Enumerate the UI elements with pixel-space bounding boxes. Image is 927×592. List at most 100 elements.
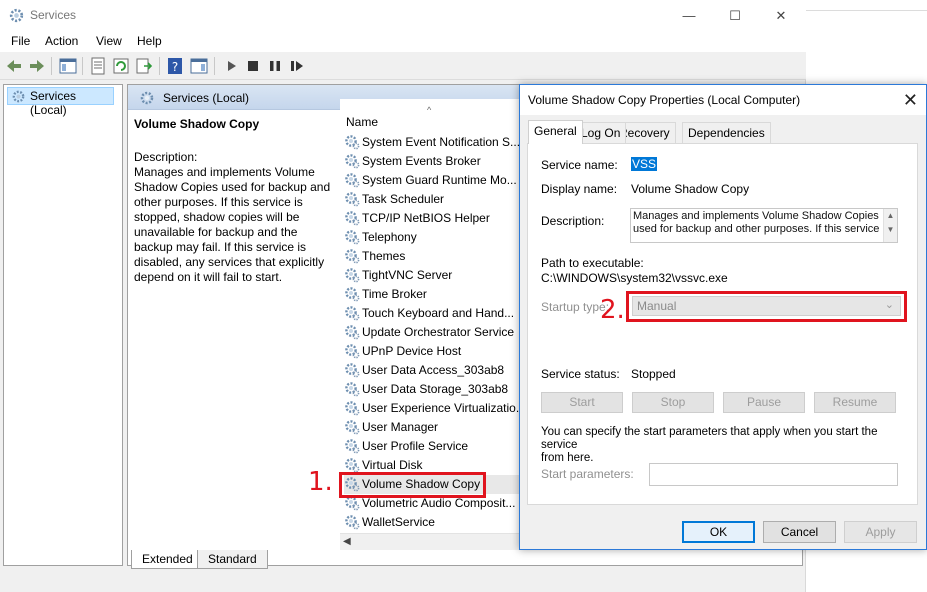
column-header-name[interactable]: Name	[346, 115, 378, 129]
service-gear-icon	[345, 515, 360, 530]
description-label: Description:	[541, 214, 605, 228]
close-button[interactable]: ✕	[758, 0, 804, 31]
scroll-left-icon[interactable]: ◀	[343, 536, 351, 547]
service-row[interactable]: Update Orchestrator Service	[344, 323, 530, 342]
stop-button[interactable]: Stop	[632, 392, 714, 413]
selected-service-title: Volume Shadow Copy	[134, 117, 260, 131]
service-row[interactable]: UPnP Device Host	[344, 342, 530, 361]
refresh-icon[interactable]	[111, 56, 131, 76]
horizontal-scrollbar[interactable]: ◀	[340, 533, 530, 550]
service-row[interactable]: System Events Broker	[344, 152, 530, 171]
service-name: Telephony	[362, 230, 417, 244]
menu-bar: File Action View Help	[0, 31, 806, 52]
start-parameters-input[interactable]	[649, 463, 898, 486]
path-value[interactable]: C:\WINDOWS\system32\vssvc.exe	[541, 271, 728, 285]
menu-help[interactable]: Help	[137, 34, 162, 48]
service-row[interactable]: WalletService	[344, 513, 530, 532]
pause-button[interactable]: Pause	[723, 392, 805, 413]
service-row[interactable]: User Experience Virtualizatio...	[344, 399, 530, 418]
description-line: Manages and implements Volume	[134, 165, 315, 179]
service-row[interactable]: Touch Keyboard and Hand...	[344, 304, 530, 323]
restart-service-icon[interactable]	[287, 56, 307, 76]
service-gear-icon	[345, 268, 360, 283]
start-parameters-hint: You can specify the start parameters tha…	[541, 426, 911, 465]
service-name-value[interactable]: VSS	[631, 157, 658, 171]
toolbar-separator	[159, 57, 160, 75]
tree-node-services-local[interactable]: Services (Local)	[7, 87, 114, 117]
service-name: User Manager	[362, 420, 439, 434]
menu-view[interactable]: View	[96, 34, 122, 48]
services-gear-icon	[12, 90, 25, 103]
display-name-value[interactable]: Volume Shadow Copy	[631, 182, 749, 196]
service-row[interactable]: Task Scheduler	[344, 190, 530, 209]
help-icon[interactable]: ?	[165, 56, 185, 76]
service-name: Time Broker	[362, 287, 427, 301]
service-name: User Data Storage_303ab8	[362, 382, 509, 396]
description-textbox[interactable]: Manages and implements Volume Shadow Cop…	[630, 208, 898, 243]
service-gear-icon	[345, 439, 360, 454]
service-row[interactable]: User Manager	[344, 418, 530, 437]
window-title: Services	[30, 8, 77, 22]
hint-line: You can specify the start parameters tha…	[541, 426, 878, 451]
description-line: disabled, any services that explicitly	[134, 255, 325, 269]
ok-button[interactable]: OK	[682, 521, 755, 543]
service-row[interactable]: User Profile Service	[344, 437, 530, 456]
service-row[interactable]: System Guard Runtime Mo...	[344, 171, 530, 190]
dialog-close-icon[interactable]: ✕	[903, 90, 918, 111]
menu-file[interactable]: File	[11, 34, 30, 48]
show-console-tree-icon[interactable]	[58, 56, 78, 76]
service-gear-icon	[345, 230, 360, 245]
stop-service-icon[interactable]	[243, 56, 263, 76]
service-name: System Guard Runtime Mo...	[362, 173, 517, 187]
menu-action[interactable]: Action	[45, 34, 78, 48]
tab-log-on[interactable]: Log On	[575, 122, 627, 143]
service-row[interactable]: User Data Storage_303ab8	[344, 380, 530, 399]
service-row[interactable]: TightVNC Server	[344, 266, 530, 285]
show-hide-action-pane-icon[interactable]	[189, 56, 209, 76]
apply-button[interactable]: Apply	[844, 521, 917, 543]
description-line: depend on it will fail to start.	[134, 270, 283, 284]
service-name: Themes	[362, 249, 406, 263]
services-gear-icon	[140, 91, 154, 105]
start-service-icon[interactable]	[221, 56, 241, 76]
service-gear-icon	[345, 420, 360, 435]
service-row[interactable]: TCP/IP NetBIOS Helper	[344, 209, 530, 228]
forward-arrow-icon[interactable]	[27, 56, 47, 76]
start-button[interactable]: Start	[541, 392, 623, 413]
service-row[interactable]: Telephony	[344, 228, 530, 247]
service-row[interactable]: Time Broker	[344, 285, 530, 304]
service-name: User Data Access_303ab8	[362, 363, 505, 377]
description-line: Manages and implements Volume Shadow Cop…	[633, 210, 879, 222]
dialog-title-bar[interactable]: Volume Shadow Copy Properties (Local Com…	[520, 85, 926, 115]
title-bar[interactable]: Services — ☐ ✕	[0, 0, 806, 31]
maximize-button[interactable]: ☐	[712, 0, 758, 31]
service-gear-icon	[345, 154, 360, 169]
service-status-value: Stopped	[631, 367, 676, 381]
service-name: UPnP Device Host	[362, 344, 462, 358]
service-row[interactable]: Themes	[344, 247, 530, 266]
toolbar-separator	[51, 57, 52, 75]
tab-general[interactable]: General	[528, 120, 583, 144]
tab-dependencies[interactable]: Dependencies	[682, 122, 771, 143]
pause-service-icon[interactable]	[265, 56, 285, 76]
service-name: System Events Broker	[362, 154, 481, 168]
service-row[interactable]: System Event Notification S...	[344, 133, 530, 152]
minimize-button[interactable]: —	[666, 0, 712, 31]
annotation-box-1	[339, 472, 486, 498]
resume-button[interactable]: Resume	[814, 392, 896, 413]
start-parameters-label: Start parameters:	[541, 467, 634, 481]
svg-text:?: ?	[172, 60, 178, 74]
tab-extended[interactable]: Extended	[131, 550, 204, 569]
service-row[interactable]: User Data Access_303ab8	[344, 361, 530, 380]
service-name: Touch Keyboard and Hand...	[362, 306, 515, 320]
properties-sheet-icon[interactable]	[88, 56, 108, 76]
export-list-icon[interactable]	[134, 56, 154, 76]
description-scrollbar[interactable]: ▲ ▼	[883, 209, 897, 242]
cancel-button[interactable]: Cancel	[763, 521, 836, 543]
service-gear-icon	[345, 458, 360, 473]
back-arrow-icon[interactable]	[4, 56, 24, 76]
tab-standard[interactable]: Standard	[197, 550, 268, 569]
properties-dialog: Volume Shadow Copy Properties (Local Com…	[519, 84, 927, 550]
view-tabs: Extended Standard	[127, 550, 427, 570]
toolbar-separator	[214, 57, 215, 75]
